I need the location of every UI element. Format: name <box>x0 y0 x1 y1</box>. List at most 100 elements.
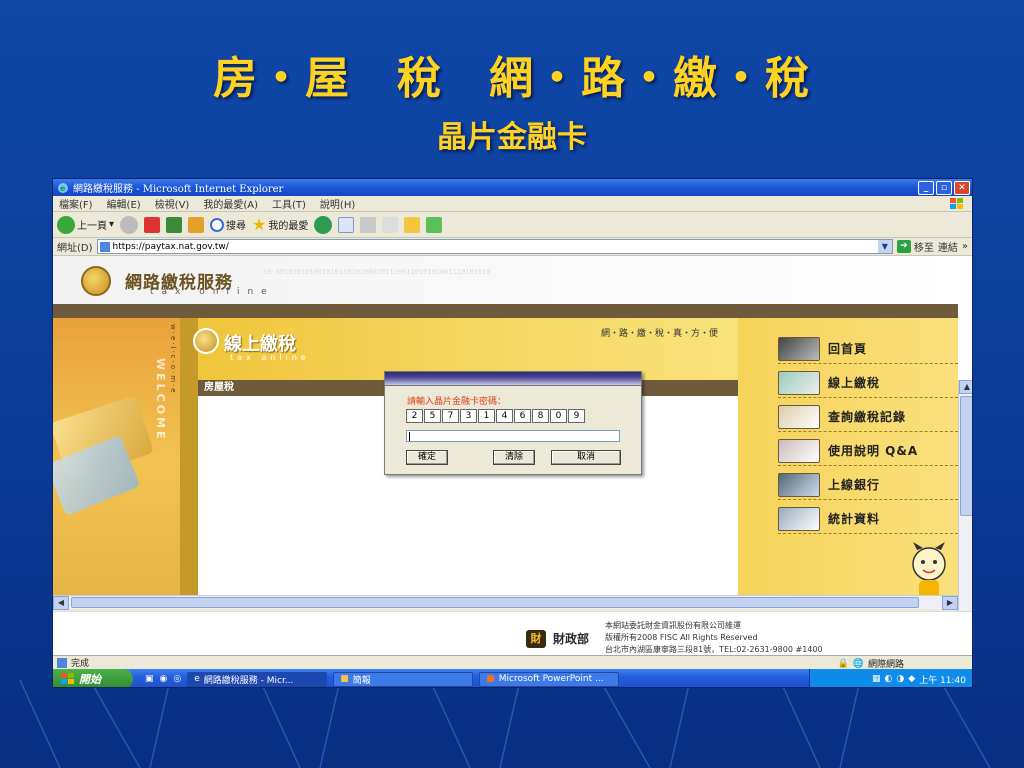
menu-label: 統計資料 <box>828 512 881 526</box>
menu-home[interactable]: 回首頁 <box>778 334 958 364</box>
menu-view[interactable]: 檢視(V) <box>155 196 190 211</box>
media-icon[interactable] <box>314 215 333 234</box>
window-titlebar[interactable]: e 網路繳稅服務 - Microsoft Internet Explorer _… <box>53 179 972 196</box>
menu-tools[interactable]: 工具(T) <box>272 196 306 211</box>
forward-button[interactable] <box>120 215 139 234</box>
quicklaunch-icon[interactable]: ◎ <box>173 674 181 684</box>
back-button[interactable]: 上一頁 ▾ <box>57 215 114 234</box>
home-icon[interactable] <box>188 216 205 233</box>
task-powerpoint[interactable]: ■ Microsoft PowerPoint ... <box>479 671 620 687</box>
mascot-icon <box>912 542 946 598</box>
quicklaunch-icon[interactable]: ▣ <box>145 674 154 684</box>
toolbar: 上一頁 ▾ 搜尋 ★ 我的最愛 <box>53 212 972 238</box>
tray-icon[interactable]: ◑ <box>896 674 904 684</box>
task-ie[interactable]: e 網路繳稅服務 - Micr... <box>187 671 328 687</box>
edit-icon[interactable] <box>382 216 399 233</box>
minimize-button[interactable]: _ <box>918 180 934 195</box>
menu-instructions[interactable]: 使用說明 Q&A <box>778 436 958 466</box>
clear-button[interactable]: 清除 <box>493 450 535 465</box>
clock[interactable]: 上午 11:40 <box>919 673 966 686</box>
ppt-task-icon: ■ <box>486 674 495 684</box>
site-footer: 財 財政部 本網站委託財金資訊股份有限公司維運 版權所有2008 FISC Al… <box>53 611 972 656</box>
go-button[interactable]: ➔ 移至 <box>896 239 934 254</box>
keypad-key[interactable]: 6 <box>514 409 531 423</box>
keypad-key[interactable]: 9 <box>568 409 585 423</box>
tray-icon[interactable]: ◐ <box>885 674 893 684</box>
menu-statistics[interactable]: 統計資料 <box>778 504 958 534</box>
mof-logo-icon: 財 <box>526 630 546 648</box>
dialog-titlebar[interactable] <box>385 372 641 386</box>
status-page-icon <box>57 657 67 668</box>
menu-online-banks[interactable]: 上線銀行 <box>778 470 958 500</box>
scroll-thumb[interactable] <box>960 396 972 516</box>
page-icon <box>99 241 110 252</box>
print-icon[interactable] <box>360 216 377 233</box>
keypad-key[interactable]: 8 <box>532 409 549 423</box>
start-button[interactable]: 開始 <box>53 669 133 687</box>
keypad-key[interactable]: 1 <box>478 409 495 423</box>
windows-flag-icon <box>950 198 963 209</box>
keypad-key[interactable]: 5 <box>424 409 441 423</box>
keypad-key[interactable]: 3 <box>460 409 477 423</box>
restore-button[interactable]: ▫ <box>936 180 952 195</box>
text-caret <box>409 432 410 441</box>
menu-pay-online[interactable]: 線上繳稅 <box>778 368 958 398</box>
address-url: https://paytax.nat.gov.tw/ <box>112 241 229 252</box>
menu-label: 線上繳稅 <box>828 376 881 390</box>
search-button[interactable]: 搜尋 <box>210 217 246 232</box>
pin-prompt: 請輸入晶片金融卡密碼： <box>407 397 507 407</box>
slide-subtitle: 晶片金融卡 <box>437 120 587 155</box>
horizontal-scrollbar[interactable]: ◀ ▶ <box>53 595 958 610</box>
ok-button[interactable]: 確定 <box>406 450 448 465</box>
mail-icon[interactable] <box>338 216 355 233</box>
ie-task-icon: e <box>194 674 200 684</box>
stats-thumb-icon <box>778 506 820 531</box>
keypad-key[interactable]: 4 <box>496 409 513 423</box>
folder-icon[interactable] <box>404 216 421 233</box>
tray-icon[interactable]: ◆ <box>908 674 915 684</box>
system-tray: ▦ ◐ ◑ ◆ 上午 11:40 <box>809 669 972 687</box>
pin-input[interactable] <box>406 430 620 442</box>
back-arrow-icon <box>57 215 75 234</box>
close-button[interactable]: ✕ <box>954 180 970 195</box>
address-label: 網址(D) <box>57 243 93 254</box>
footer-line: 本網站委託財金資訊股份有限公司維運 <box>605 621 741 630</box>
keypad-key[interactable]: 7 <box>442 409 459 423</box>
tray-icon[interactable]: ▦ <box>872 674 881 684</box>
pin-dialog: 請輸入晶片金融卡密碼： 2 5 7 3 1 4 6 8 0 9 確定 清除 取消 <box>384 371 642 475</box>
scroll-up-button[interactable]: ▲ <box>959 380 972 394</box>
hscroll-thumb[interactable] <box>71 597 919 608</box>
address-dropdown[interactable]: ▼ <box>877 240 892 253</box>
search-icon <box>210 217 225 232</box>
go-label: 移至 <box>913 243 934 254</box>
keypad-key[interactable]: 2 <box>406 409 423 423</box>
address-field[interactable]: https://paytax.nat.gov.tw/ ▼ <box>96 239 893 254</box>
menu-label: 上線銀行 <box>828 478 881 492</box>
pay-thumb-icon <box>778 370 820 395</box>
favorites-button[interactable]: ★ 我的最愛 <box>252 215 308 234</box>
quicklaunch-icon[interactable]: ◉ <box>160 674 168 684</box>
scroll-right-button[interactable]: ▶ <box>942 596 958 610</box>
welcome-dots: w·e·l·c·o·m·e <box>169 324 177 395</box>
keypad-key[interactable]: 0 <box>550 409 567 423</box>
search-label: 搜尋 <box>226 221 247 232</box>
links-label[interactable]: 連結 <box>938 239 958 254</box>
stop-icon[interactable] <box>144 216 161 233</box>
online-logo-icon <box>193 328 219 354</box>
cancel-button[interactable]: 取消 <box>551 450 621 465</box>
scroll-left-button[interactable]: ◀ <box>53 596 69 610</box>
site-subtitle: tax online <box>150 287 275 297</box>
menu-file[interactable]: 檔案(F) <box>59 196 93 211</box>
menubar: 檔案(F) 編輯(E) 檢視(V) 我的最愛(A) 工具(T) 說明(H) <box>53 196 972 212</box>
menu-edit[interactable]: 編輯(E) <box>107 196 141 211</box>
home-thumb-icon <box>778 336 820 361</box>
menu-query-records[interactable]: 查詢繳稅記錄 <box>778 402 958 432</box>
menu-favorites[interactable]: 我的最愛(A) <box>203 196 258 211</box>
favorites-label: 我的最愛 <box>268 221 309 232</box>
messenger-icon[interactable] <box>426 216 443 233</box>
refresh-icon[interactable] <box>166 216 183 233</box>
task-folder[interactable]: ■ 簡報 <box>333 671 474 687</box>
menu-help[interactable]: 說明(H) <box>320 196 355 211</box>
task-label: 簡報 <box>352 675 371 686</box>
chevron-right-icon[interactable]: » <box>962 241 968 252</box>
